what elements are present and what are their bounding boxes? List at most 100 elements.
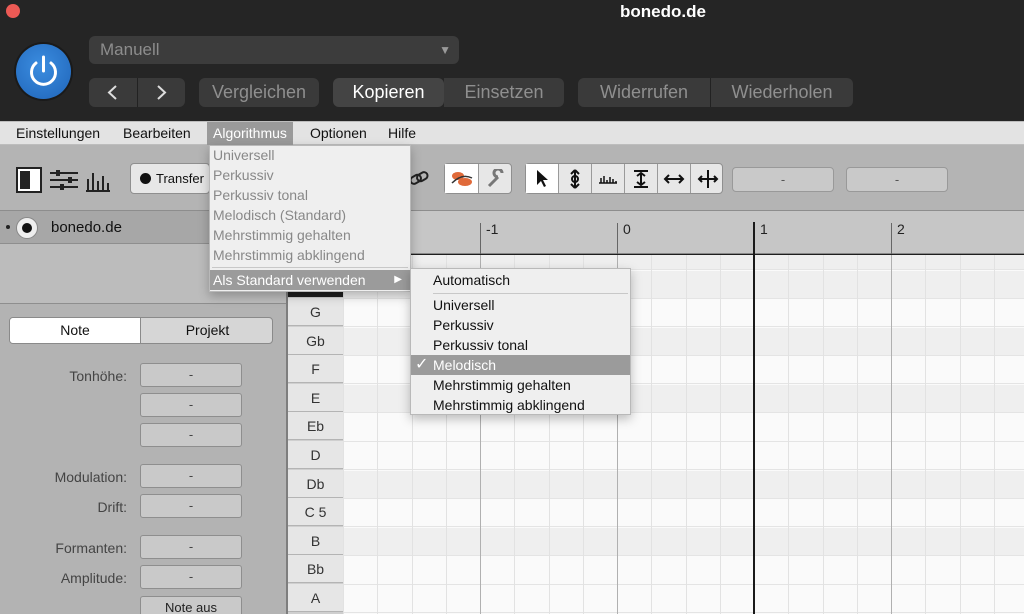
toolbar: Transfer - -	[0, 145, 1024, 211]
menu-options[interactable]: Optionen	[304, 122, 373, 145]
compare-button[interactable]: Vergleichen	[199, 78, 319, 107]
tool-split[interactable]	[691, 164, 724, 193]
formants-label: Formanten:	[55, 540, 127, 556]
grid-line	[994, 255, 995, 614]
grid-line	[720, 255, 721, 614]
key-label: F	[288, 355, 343, 384]
split-icon	[697, 169, 718, 188]
level-meter-icon[interactable]	[86, 173, 110, 192]
tool-pitch[interactable]	[559, 164, 592, 193]
default-algorithm-submenu: Automatisch Universell Perkussiv Perkuss…	[410, 268, 631, 415]
menu-bar: Einstellungen Bearbeiten Algorithmus Opt…	[0, 121, 1024, 145]
pitch-field-3[interactable]: -	[140, 423, 242, 447]
grid-line	[925, 255, 926, 614]
ruler-mark: 2	[897, 221, 905, 237]
tool-group-correction	[444, 163, 512, 194]
mixer-icon[interactable]	[50, 170, 78, 190]
power-button[interactable]	[16, 44, 71, 99]
tab-note[interactable]: Note	[10, 318, 141, 343]
blob-correction-icon	[450, 171, 472, 186]
menu-help[interactable]: Hilfe	[382, 122, 422, 145]
transfer-button[interactable]: Transfer	[130, 163, 210, 194]
key-label: A	[288, 584, 343, 612]
edit-tools-group	[525, 163, 723, 194]
forward-button[interactable]	[137, 78, 185, 116]
menu-algorithm[interactable]: Algorithmus	[207, 122, 293, 145]
grid-line	[857, 255, 858, 614]
pitch-field-2[interactable]: -	[140, 393, 242, 417]
modulation-field[interactable]: -	[140, 464, 242, 488]
use-as-default-label: Als Standard verwenden	[213, 272, 366, 288]
key-label: D	[288, 441, 343, 469]
pitch-tool-icon	[570, 168, 580, 189]
pitch-label: Tonhöhe:	[69, 368, 127, 384]
menu-item-polyphonic-sustain[interactable]: Mehrstimmig gehalten	[210, 225, 351, 245]
toolbar-field-1[interactable]: -	[732, 167, 834, 192]
link-button[interactable]	[408, 167, 430, 192]
amplitude-field[interactable]: -	[140, 565, 242, 589]
toolbar-field-2[interactable]: -	[846, 167, 948, 192]
menu-item-use-as-default[interactable]: Als Standard verwenden ▶	[210, 270, 410, 290]
submenu-item-polyphonic-sustain[interactable]: Mehrstimmig gehalten	[411, 375, 571, 395]
key-label: Gb	[288, 326, 343, 355]
grid-line	[651, 255, 652, 614]
ruler-mark: 0	[623, 221, 631, 237]
undo-button[interactable]: Widerrufen	[578, 78, 710, 107]
redo-button[interactable]: Wiederholen	[711, 78, 853, 107]
modulation-label: Modulation:	[54, 469, 127, 485]
vertical-resize-icon	[634, 169, 648, 188]
key-label: Db	[288, 469, 343, 498]
tool-amplitude[interactable]	[592, 164, 625, 193]
grid-line	[823, 255, 824, 614]
ruler-mark: -1	[486, 221, 499, 237]
submenu-item-universal[interactable]: Universell	[411, 295, 494, 315]
menu-item-percussive-tonal[interactable]: Perkussiv tonal	[210, 185, 308, 205]
tool-time[interactable]	[658, 164, 691, 193]
menu-edit[interactable]: Bearbeiten	[117, 122, 197, 145]
menu-settings[interactable]: Einstellungen	[10, 122, 106, 145]
record-icon	[140, 173, 151, 184]
drift-field[interactable]: -	[140, 494, 242, 518]
chevron-left-icon	[107, 85, 117, 100]
wrench-icon	[487, 168, 504, 187]
menu-item-polyphonic-decay[interactable]: Mehrstimmig abklingend	[210, 245, 365, 265]
checkmark-icon: ✓	[415, 356, 429, 373]
top-header: bonedo.de Manuell ▼ Vergleichen Kopieren…	[0, 0, 1024, 121]
link-icon	[409, 171, 429, 185]
menu-item-universal[interactable]: Universell	[210, 145, 274, 165]
back-button[interactable]	[89, 78, 137, 116]
track-marker-icon	[6, 225, 10, 229]
ruler-mark: 1	[760, 221, 768, 237]
key-label: B	[288, 526, 343, 555]
pitch-keys: G Gb F E Eb D Db C 5 B Bb A	[288, 297, 343, 614]
panel-toggle-icon[interactable]	[16, 167, 42, 193]
submenu-item-melodic[interactable]: ✓ Melodisch	[411, 355, 630, 375]
playhead[interactable]	[753, 222, 755, 614]
window-title: bonedo.de	[620, 2, 706, 21]
tab-project[interactable]: Projekt	[141, 318, 272, 343]
preset-select[interactable]: Manuell ▼	[89, 36, 459, 64]
tool-formant[interactable]	[625, 164, 658, 193]
melodic-label: Melodisch	[433, 357, 497, 373]
submenu-arrow-icon: ▶	[394, 274, 402, 285]
close-window-button[interactable]	[6, 4, 20, 18]
horizontal-resize-icon	[663, 173, 685, 184]
submenu-item-automatic[interactable]: Automatisch	[411, 270, 510, 290]
submenu-item-percussive[interactable]: Perkussiv	[411, 315, 494, 335]
copy-button[interactable]: Kopieren	[333, 78, 444, 107]
tool-pointer[interactable]	[526, 164, 559, 193]
pitch-correction-button[interactable]	[445, 164, 479, 193]
note-off-button[interactable]: Note aus	[140, 596, 242, 614]
wrench-button[interactable]	[479, 164, 513, 193]
formants-field[interactable]: -	[140, 535, 242, 559]
menu-item-percussive[interactable]: Perkussiv	[210, 165, 274, 185]
pitch-field-1[interactable]: -	[140, 363, 242, 387]
submenu-item-polyphonic-decay[interactable]: Mehrstimmig abklingend	[411, 395, 585, 415]
submenu-item-percussive-tonal[interactable]: Perkussiv tonal	[411, 335, 528, 355]
paste-button[interactable]: Einsetzen	[444, 78, 564, 107]
grid-line	[377, 255, 378, 614]
record-arm-button[interactable]	[16, 217, 38, 239]
amplitude-label: Amplitude:	[60, 570, 127, 586]
menu-item-melodic[interactable]: Melodisch (Standard)	[210, 205, 346, 225]
key-label: C 5	[288, 498, 343, 527]
